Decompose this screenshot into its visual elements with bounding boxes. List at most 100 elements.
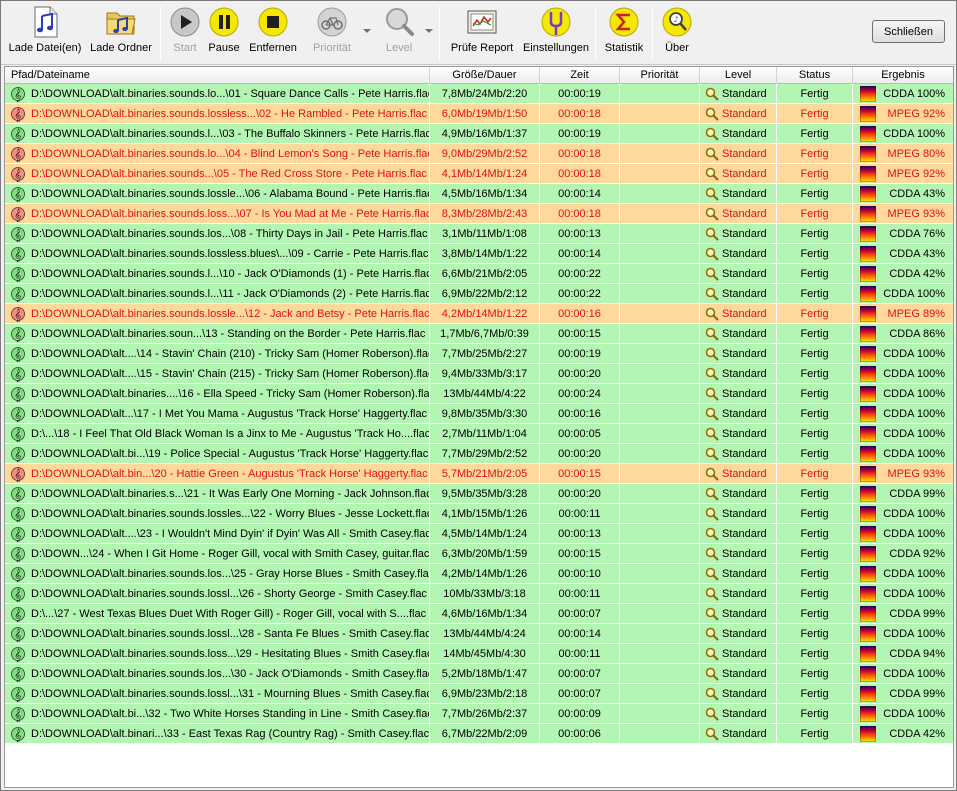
table-row[interactable]: 𝄞 D:\DOWNLOAD\alt.binaries.sounds.l...\11…	[5, 284, 953, 304]
start-button[interactable]: Start	[167, 5, 203, 61]
cell-size: 4,2Mb/14Mb/1:26	[430, 564, 540, 584]
cell-time: 00:00:14	[540, 624, 620, 644]
table-row[interactable]: 𝄞 D:\DOWNLOAD\alt....\15 - Stavin' Chain …	[5, 364, 953, 384]
table-row[interactable]: 𝄞 D:\DOWNLOAD\alt.binaries.sounds.lossl..…	[5, 684, 953, 704]
svg-text:♪: ♪	[674, 15, 679, 24]
about-label: Über	[665, 42, 689, 54]
cell-result: MPEG 93%	[887, 208, 945, 220]
table-row[interactable]: 𝄞 D:\DOWNLOAD\alt....\14 - Stavin' Chain …	[5, 344, 953, 364]
cell-size: 1,7Mb/6,7Mb/0:39	[430, 324, 540, 344]
cell-level: Standard	[700, 344, 777, 364]
level-dropdown-arrow-icon[interactable]	[425, 29, 433, 33]
table-row[interactable]: 𝄞 D:\DOWNLOAD\alt.binaries.sounds.los...\…	[5, 224, 953, 244]
cell-level: Standard	[700, 244, 777, 264]
cell-status: Fertig	[777, 684, 853, 704]
cell-path: D:\DOWNLOAD\alt.bi...\32 - Two White Hor…	[5, 704, 430, 724]
table-row[interactable]: 𝄞 D:\DOWNLOAD\alt.binaries.s...\21 - It W…	[5, 484, 953, 504]
table-row[interactable]: 𝄞 D:\DOWNLOAD\alt.binaries.sounds.loss...…	[5, 204, 953, 224]
close-button[interactable]: Schließen	[872, 20, 945, 43]
table-row[interactable]: 𝄞 D:\DOWNLOAD\alt...\17 - I Met You Mama …	[5, 404, 953, 424]
table-row[interactable]: 𝄞 D:\DOWNLOAD\alt.binaries.sounds.loss...…	[5, 644, 953, 664]
cell-priority	[620, 284, 700, 304]
cell-level: Standard	[700, 724, 777, 744]
table-row[interactable]: 𝄞 D:\DOWNLOAD\alt.binaries.sounds.lossles…	[5, 504, 953, 524]
column-header-level[interactable]: Level	[700, 67, 777, 84]
table-row[interactable]: 𝄞 D:\DOWNLOAD\alt.binaries.sounds.lo...\0…	[5, 84, 953, 104]
level-button[interactable]: Level	[379, 5, 419, 61]
table-row[interactable]: 𝄞 D:\DOWNLOAD\alt.binaries.sounds.lossles…	[5, 104, 953, 124]
settings-button[interactable]: Einstellungen	[521, 5, 591, 61]
column-header-path[interactable]: Pfad/Dateiname	[5, 67, 430, 84]
cell-path: D:\DOWNLOAD\alt.binaries.sounds.lossl...…	[5, 684, 430, 704]
cell-status: Fertig	[777, 284, 853, 304]
table-row[interactable]: 𝄞 D:\DOWNLOAD\alt.binaries.sounds.los...\…	[5, 564, 953, 584]
column-header-status[interactable]: Status	[777, 67, 853, 84]
table-row[interactable]: 𝄞 D:\DOWNLOAD\alt.binaries....\16 - Ella …	[5, 384, 953, 404]
table-row[interactable]: 𝄞 D:\DOWNLOAD\alt.binaries.sounds.lossle.…	[5, 304, 953, 324]
column-header-size[interactable]: Größe/Dauer	[430, 67, 540, 84]
table-row[interactable]: 𝄞 D:\DOWNLOAD\alt.binaries.sounds.lossl..…	[5, 584, 953, 604]
cell-time: 00:00:18	[540, 104, 620, 124]
about-button[interactable]: ♪ Über	[659, 5, 695, 61]
cell-time: 00:00:13	[540, 224, 620, 244]
cell-status: Fertig	[777, 84, 853, 104]
check-report-button[interactable]: Prüfe Report	[447, 5, 517, 61]
pause-button[interactable]: Pause	[206, 5, 242, 61]
cell-time: 00:00:09	[540, 704, 620, 724]
table-row[interactable]: 𝄞 D:\DOWNLOAD\alt.bin...\20 - Hattie Gree…	[5, 464, 953, 484]
cell-size: 7,7Mb/25Mb/2:27	[430, 344, 540, 364]
cell-path: D:\...\18 - I Feel That Old Black Woman …	[5, 424, 430, 444]
table-row[interactable]: 𝄞 D:\DOWNLOAD\alt....\23 - I Wouldn't Min…	[5, 524, 953, 544]
cell-level: Standard	[700, 164, 777, 184]
cell-path: D:\DOWNLOAD\alt.binaries.sounds.lossl...…	[5, 584, 430, 604]
table-row[interactable]: 𝄞 D:\DOWNLOAD\alt.binaries.sounds.lossles…	[5, 244, 953, 264]
priority-button[interactable]: Priorität	[309, 5, 355, 61]
cell-level: Standard	[700, 544, 777, 564]
cell-priority	[620, 264, 700, 284]
table-row[interactable]: 𝄞 D:\DOWNLOAD\alt.binaries.soun...\13 - S…	[5, 324, 953, 344]
table-row[interactable]: 𝄞 D:\DOWNLOAD\alt.binaries.sounds.los...\…	[5, 664, 953, 684]
cell-path: D:\DOWNLOAD\alt.binaries.sounds.loss...\…	[5, 204, 430, 224]
column-header-time[interactable]: Zeit	[540, 67, 620, 84]
stop-icon	[256, 5, 290, 39]
table-row[interactable]: 𝄞 D:\DOWNLOAD\alt.binaries.sounds...\05 -…	[5, 164, 953, 184]
priority-dropdown-arrow-icon[interactable]	[363, 29, 371, 33]
statistics-button[interactable]: Statistik	[602, 5, 646, 61]
table-row[interactable]: 𝄞 D:\DOWNLOAD\alt.binaries.sounds.l...\03…	[5, 124, 953, 144]
table-row[interactable]: 𝄞 D:\DOWNLOAD\alt.bi...\19 - Police Speci…	[5, 444, 953, 464]
cell-priority	[620, 244, 700, 264]
cell-path: D:\DOWN...\24 - When I Git Home - Roger …	[5, 544, 430, 564]
table-row[interactable]: 𝄞 D:\DOWNLOAD\alt.binaries.sounds.lo...\0…	[5, 144, 953, 164]
column-header-result[interactable]: Ergebnis	[853, 67, 953, 84]
cell-status: Fertig	[777, 104, 853, 124]
statistics-label: Statistik	[604, 42, 644, 54]
cell-time: 00:00:20	[540, 484, 620, 504]
cell-time: 00:00:18	[540, 204, 620, 224]
table-row[interactable]: 𝄞 D:\...\27 - West Texas Blues Duet With …	[5, 604, 953, 624]
cell-path: D:\DOWNLOAD\alt.binari...\33 - East Texa…	[5, 724, 430, 744]
column-header-priority[interactable]: Priorität	[620, 67, 700, 84]
cell-result: CDDA 100%	[883, 408, 945, 420]
cell-level: Standard	[700, 644, 777, 664]
cell-time: 00:00:19	[540, 344, 620, 364]
table-row[interactable]: 𝄞 D:\DOWNLOAD\alt.bi...\32 - Two White Ho…	[5, 704, 953, 724]
cell-result: CDDA 100%	[883, 568, 945, 580]
cell-path: D:\DOWNLOAD\alt.binaries.sounds.l...\11 …	[5, 284, 430, 304]
table-row[interactable]: 𝄞 D:\DOWN...\24 - When I Git Home - Roger…	[5, 544, 953, 564]
table-row[interactable]: 𝄞 D:\DOWNLOAD\alt.binari...\33 - East Tex…	[5, 724, 953, 744]
settings-label: Einstellungen	[522, 42, 590, 54]
table-row[interactable]: 𝄞 D:\DOWNLOAD\alt.binaries.sounds.lossl..…	[5, 624, 953, 644]
cell-size: 4,5Mb/14Mb/1:24	[430, 524, 540, 544]
cell-time: 00:00:07	[540, 684, 620, 704]
load-folder-button[interactable]: Lade Ordner	[89, 5, 153, 61]
cell-path: D:\DOWNLOAD\alt.binaries.sounds.lossless…	[5, 104, 430, 124]
table-row[interactable]: 𝄞 D:\DOWNLOAD\alt.binaries.sounds.lossle.…	[5, 184, 953, 204]
table-row[interactable]: 𝄞 D:\DOWNLOAD\alt.binaries.sounds.l...\10…	[5, 264, 953, 284]
cell-status: Fertig	[777, 464, 853, 484]
remove-button[interactable]: Entfernen	[246, 5, 300, 61]
load-file-button[interactable]: Lade Datei(en)	[7, 5, 83, 61]
app-window: Lade Datei(en) Lade Ordner Start Pause E…	[0, 0, 957, 791]
table-row[interactable]: 𝄞 D:\...\18 - I Feel That Old Black Woman…	[5, 424, 953, 444]
cell-status: Fertig	[777, 424, 853, 444]
cell-size: 6,6Mb/21Mb/2:05	[430, 264, 540, 284]
